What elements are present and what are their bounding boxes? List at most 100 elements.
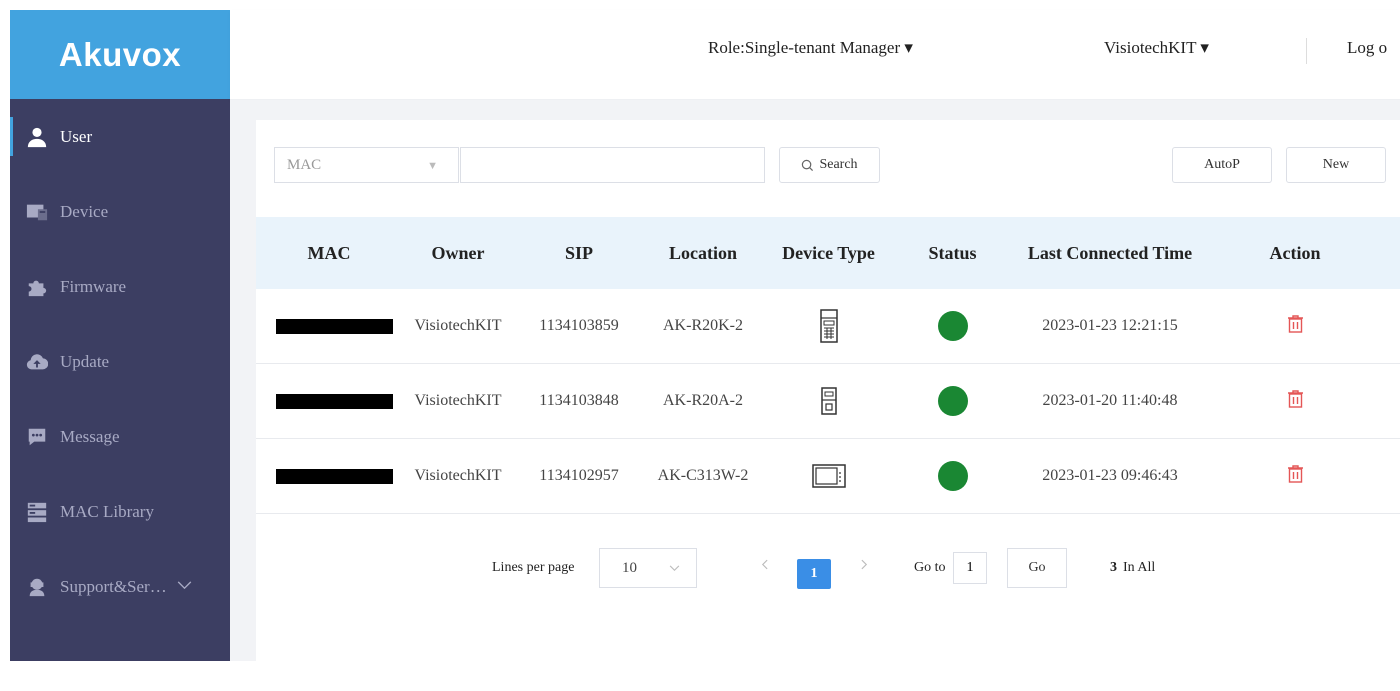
logo-area[interactable]: Akuvox xyxy=(10,10,230,99)
lines-per-page-value: 10 xyxy=(622,559,637,576)
mac-cell xyxy=(256,468,402,484)
sidebar-item-device[interactable]: Device xyxy=(10,174,230,249)
action-cell xyxy=(1210,389,1380,413)
device-icon xyxy=(26,201,48,223)
column-header-last-connected[interactable]: Last Connected Time xyxy=(1010,243,1210,264)
caret-down-icon: ▼ xyxy=(427,160,438,172)
location-cell: AK-R20K-2 xyxy=(663,317,743,334)
column-header-action: Action xyxy=(1269,242,1321,263)
sidebar-item-message[interactable]: Message xyxy=(10,399,230,474)
table-header: MAC Owner SIP Location Device Type Statu… xyxy=(256,217,1400,289)
redacted-mac xyxy=(275,468,393,484)
pagination: Lines per page 10 1 Go to Go 3 In All xyxy=(256,548,1396,590)
search-field-value: MAC xyxy=(287,156,322,173)
puzzle-icon xyxy=(26,276,48,298)
total-count-value: 3 xyxy=(1110,560,1117,575)
search-button-label: Search xyxy=(819,157,858,172)
owner-cell: VisiotechKIT xyxy=(414,392,502,409)
user-icon xyxy=(26,126,48,148)
sidebar-item-label: MAC Library xyxy=(60,501,154,521)
redacted-mac xyxy=(275,393,393,409)
logout-link[interactable]: Log o xyxy=(1347,38,1387,58)
search-toolbar: MAC ▼ Search AutoP New xyxy=(274,147,1400,185)
page-number-button[interactable]: 1 xyxy=(797,559,831,589)
action-cell xyxy=(1210,464,1380,488)
search-input[interactable] xyxy=(460,147,765,183)
go-button[interactable]: Go xyxy=(1007,548,1067,588)
support-icon xyxy=(26,576,48,598)
delete-icon[interactable] xyxy=(1287,464,1304,488)
search-field-select[interactable]: MAC ▼ xyxy=(274,147,459,183)
last-connected-cell: 2023-01-23 09:46:43 xyxy=(1042,467,1178,484)
total-count: 3 In All xyxy=(1110,560,1155,576)
akuvox-logo[interactable]: Akuvox xyxy=(59,36,181,74)
owner-cell: VisiotechKIT xyxy=(414,317,502,334)
table-row[interactable]: VisiotechKIT 1134103848 AK-R20A-2 2023-0… xyxy=(256,364,1400,439)
server-icon xyxy=(26,501,48,523)
last-connected-cell: 2023-01-23 12:21:15 xyxy=(1042,317,1178,334)
table-row[interactable]: VisiotechKIT 1134102957 AK-C313W-2 2023-… xyxy=(256,439,1400,514)
sidebar-item-support[interactable]: Support&Ser… xyxy=(10,549,230,624)
column-header-owner[interactable]: Owner xyxy=(402,243,514,264)
indoor-monitor-icon xyxy=(762,464,895,488)
lines-per-page-select[interactable]: 10 xyxy=(599,548,697,588)
sidebar-item-label: Support&Ser… xyxy=(60,576,167,596)
chevron-down-icon xyxy=(177,579,192,595)
sidebar-item-label: User xyxy=(60,126,93,146)
delete-icon[interactable] xyxy=(1287,314,1304,338)
location-cell: AK-C313W-2 xyxy=(657,467,749,484)
owner-cell: VisiotechKIT xyxy=(414,467,502,484)
status-online-dot xyxy=(937,386,968,416)
sidebar-item-label: Firmware xyxy=(60,276,127,296)
lines-per-page-label: Lines per page xyxy=(492,560,575,575)
sidebar-item-update[interactable]: Update xyxy=(10,324,230,399)
delete-icon[interactable] xyxy=(1287,389,1304,413)
device-list-card: MAC ▼ Search AutoP New MAC Owner SIP Loc… xyxy=(256,120,1400,661)
redacted-mac xyxy=(275,318,393,334)
status-online-dot xyxy=(937,311,968,341)
location-cell: AK-R20A-2 xyxy=(663,392,743,409)
cloud-upload-icon xyxy=(26,351,48,373)
status-cell xyxy=(895,461,1010,491)
sidebar-item-user[interactable]: User xyxy=(10,99,230,174)
prev-page-button[interactable] xyxy=(753,559,775,581)
column-header-sip[interactable]: SIP xyxy=(514,243,644,264)
sidebar-item-label: Update xyxy=(60,351,110,371)
table-row[interactable]: VisiotechKIT 1134103859 AK-R20K-2 2023-0… xyxy=(256,289,1400,364)
column-header-status[interactable]: Status xyxy=(895,243,1010,264)
next-page-button[interactable] xyxy=(853,559,875,581)
column-header-mac[interactable]: MAC xyxy=(256,243,402,264)
mac-cell xyxy=(256,393,402,409)
action-cell xyxy=(1210,314,1380,338)
column-header-location[interactable]: Location xyxy=(644,243,762,264)
role-dropdown[interactable]: Role:Single-tenant Manager ▾ xyxy=(708,38,913,58)
sidebar-item-firmware[interactable]: Firmware xyxy=(10,249,230,324)
sidebar-item-label: Device xyxy=(60,201,109,221)
button-door-phone-icon xyxy=(762,387,895,415)
status-cell xyxy=(895,386,1010,416)
status-cell xyxy=(895,311,1010,341)
status-online-dot xyxy=(937,461,968,491)
search-button[interactable]: Search xyxy=(779,147,880,183)
sidebar-item-mac-library[interactable]: MAC Library xyxy=(10,474,230,549)
sidebar-nav: User Device Firmware Update Message MAC … xyxy=(10,99,230,624)
sip-cell: 1134103848 xyxy=(539,392,619,409)
goto-page-input[interactable] xyxy=(953,552,987,584)
mac-cell xyxy=(256,318,402,334)
device-table: MAC Owner SIP Location Device Type Statu… xyxy=(256,217,1400,514)
last-connected-cell: 2023-01-20 11:40:48 xyxy=(1042,392,1178,409)
top-bar: Role:Single-tenant Manager ▾ VisiotechKI… xyxy=(230,10,1400,100)
account-dropdown[interactable]: VisiotechKIT ▾ xyxy=(1104,38,1209,58)
sidebar: Akuvox User Device Firmware Update Messa… xyxy=(10,10,230,661)
header-divider xyxy=(1306,38,1307,64)
goto-label: Go to xyxy=(914,560,946,575)
search-icon xyxy=(802,159,814,171)
autop-button[interactable]: AutoP xyxy=(1172,147,1272,183)
sip-cell: 1134103859 xyxy=(539,317,619,334)
column-header-device-type[interactable]: Device Type xyxy=(762,243,895,264)
new-button[interactable]: New xyxy=(1286,147,1386,183)
total-count-suffix: In All xyxy=(1123,560,1156,575)
chat-icon xyxy=(26,426,48,448)
sip-cell: 1134102957 xyxy=(539,467,619,484)
chevron-down-icon xyxy=(669,561,680,576)
